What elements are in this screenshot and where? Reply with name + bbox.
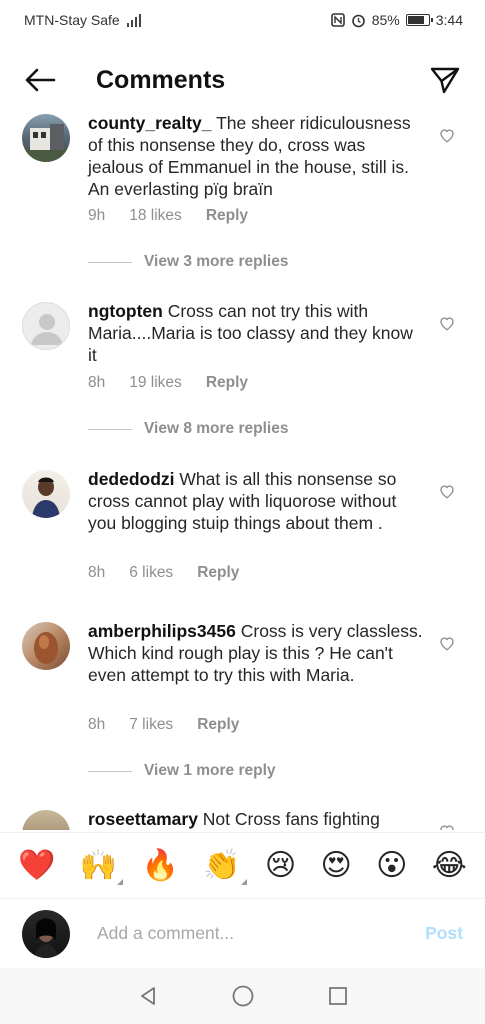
quick-emoji-bar: ❤️ 🙌 🔥 👏 😢 😍 😮 😂 [0, 832, 485, 898]
like-heart-icon[interactable] [438, 634, 456, 652]
comment-time: 9h [88, 207, 106, 224]
post-button[interactable]: Post [425, 923, 463, 944]
like-heart-icon[interactable] [438, 126, 456, 144]
avatar[interactable] [22, 470, 70, 518]
comment-likes[interactable]: 7 likes [129, 716, 173, 734]
battery-percent: 85% [371, 12, 400, 28]
comment-meta: 8h 7 likes Reply [88, 716, 263, 734]
avatar[interactable] [22, 810, 70, 830]
comment-composer: Post [0, 898, 485, 968]
comment-meta: 8h 6 likes Reply [88, 564, 263, 582]
avatar[interactable] [22, 114, 70, 162]
status-bar: MTN-Stay Safe 85% 3:44 [0, 0, 485, 40]
reply-button[interactable]: Reply [206, 374, 248, 392]
comment-input[interactable] [97, 923, 426, 944]
system-navigation-bar [0, 968, 485, 1024]
like-heart-icon[interactable] [438, 822, 456, 830]
like-heart-icon[interactable] [438, 482, 456, 500]
alarm-icon [351, 14, 365, 27]
emoji-red-heart[interactable]: ❤️ [18, 850, 55, 881]
comment-username[interactable]: roseettamary [88, 809, 198, 829]
reply-button[interactable]: Reply [197, 716, 239, 734]
reply-button[interactable]: Reply [197, 564, 239, 582]
comment-text: ngtopten Cross can not try this with Mar… [88, 300, 423, 366]
comment-likes[interactable]: 6 likes [129, 564, 173, 582]
comment-time: 8h [88, 716, 106, 733]
comment-username[interactable]: dededodzi [88, 469, 175, 489]
comment-time: 8h [88, 374, 106, 391]
emoji-fire[interactable]: 🔥 [142, 850, 179, 881]
nav-back-icon[interactable] [135, 983, 161, 1009]
skin-tone-indicator [235, 878, 247, 885]
comment-username[interactable]: county_realty_ [88, 113, 212, 133]
comments-list[interactable]: county_realty_ The sheer ridiculousness … [0, 108, 485, 830]
nav-recents-icon[interactable] [325, 983, 351, 1009]
direct-message-icon[interactable] [427, 62, 463, 98]
current-user-avatar [22, 909, 70, 958]
comment-likes[interactable]: 18 likes [129, 207, 182, 225]
like-heart-icon[interactable] [438, 314, 456, 332]
comment-username[interactable]: ngtopten [88, 301, 163, 321]
emoji-surprised-face[interactable]: 😮 [376, 850, 407, 881]
comment-text: amberphilips3456 Cross is very classless… [88, 620, 423, 686]
reply-button[interactable]: Reply [206, 207, 248, 225]
header: Comments [0, 52, 485, 108]
emoji-heart-eyes[interactable]: 😍 [321, 850, 352, 881]
comment-body: Not Cross fans fighting [202, 809, 380, 829]
carrier-label: MTN-Stay Safe [24, 12, 120, 28]
skin-tone-indicator [111, 878, 124, 885]
comment-likes[interactable]: 19 likes [129, 374, 182, 392]
avatar[interactable] [22, 622, 70, 670]
battery-icon [405, 14, 433, 26]
comment-meta: 8h 19 likes Reply [88, 374, 272, 392]
nfc-icon [330, 13, 345, 27]
avatar[interactable] [22, 302, 70, 350]
page-title: Comments [96, 65, 226, 94]
back-arrow-icon[interactable] [22, 62, 58, 98]
comment-text: county_realty_ The sheer ridiculousness … [88, 112, 423, 200]
comment-time: 8h [88, 564, 106, 581]
comment-meta: 9h 18 likes Reply [88, 207, 272, 225]
emoji-raising-hands[interactable]: 🙌 [80, 850, 124, 885]
view-more-replies[interactable]: View 1 more reply [88, 762, 276, 780]
emoji-crying-face[interactable]: 😢 [265, 850, 296, 881]
comment-username[interactable]: amberphilips3456 [88, 621, 236, 641]
comment-text: dededodzi What is all this nonsense so c… [88, 468, 423, 534]
signal-icon [126, 13, 141, 27]
emoji-clapping-hands[interactable]: 👏 [203, 850, 247, 885]
comment-text: roseettamary Not Cross fans fighting [88, 808, 423, 830]
view-more-replies[interactable]: View 8 more replies [88, 420, 288, 438]
emoji-tears-of-joy[interactable]: 😂 [432, 850, 467, 881]
nav-home-icon[interactable] [230, 983, 256, 1009]
view-more-replies[interactable]: View 3 more replies [88, 253, 288, 271]
clock: 3:44 [435, 12, 463, 28]
